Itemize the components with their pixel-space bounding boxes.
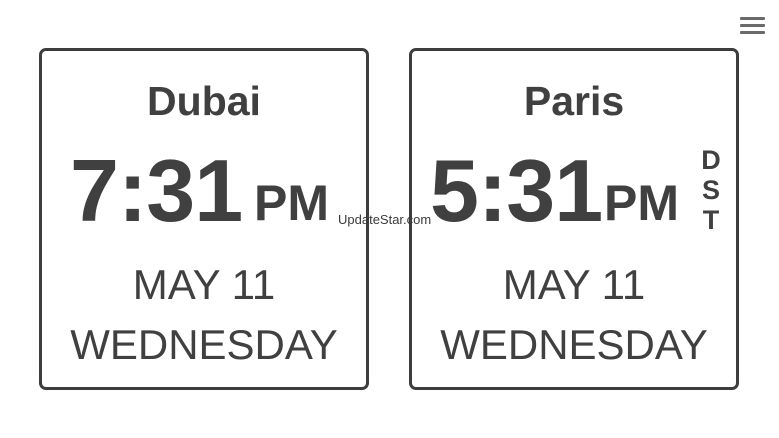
menu-bar [740,24,765,27]
dst-letter: S [701,175,720,205]
date-label: MAY 11 [132,261,276,308]
am-pm-indicator: PM [604,175,679,231]
time-row: 5:31 PM [412,141,736,241]
city-name: Paris [523,78,625,124]
dst-indicator: D S T [699,145,723,235]
menu-bar [740,17,765,20]
clock-card-paris[interactable]: Paris 5:31 PM D S T MAY 11 WEDNESDAY [409,48,739,390]
dst-letter: T [702,205,720,235]
city-name: Dubai [147,78,261,124]
time-row: 7:31 PM [42,141,366,241]
am-pm-indicator: PM [254,175,329,231]
time-value: 5:31 [430,141,603,240]
world-clock-app: Dubai 7:31 PM MAY 11 WEDNESDAY Paris 5:3… [0,0,779,438]
hamburger-menu-icon[interactable] [738,13,768,39]
weekday-label: WEDNESDAY [440,321,708,368]
menu-bar [740,31,765,34]
dst-letter: D [701,145,721,175]
date-label: MAY 11 [502,261,646,308]
clock-card-dubai[interactable]: Dubai 7:31 PM MAY 11 WEDNESDAY [39,48,369,390]
weekday-label: WEDNESDAY [70,321,338,368]
watermark: UpdateStar.com [338,212,432,227]
time-value: 7:31 [70,141,243,240]
